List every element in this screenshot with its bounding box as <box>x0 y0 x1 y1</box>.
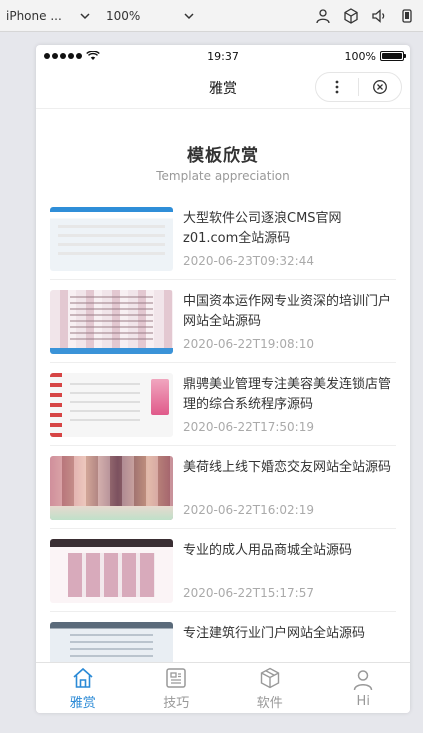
item-title: 专注建筑行业门户网站全站源码 <box>183 626 366 641</box>
tab-jiqiao[interactable]: 技巧 <box>130 663 224 713</box>
zoom-select[interactable]: 100% <box>100 0 200 32</box>
item-info: 鼎骋美业管理专注美容美发连锁店管理的综合系统程序源码 2020-06-22T17… <box>183 373 396 435</box>
user-icon[interactable] <box>315 8 331 24</box>
item-title: 美荷线上线下婚恋交友网站全站源码 <box>183 460 392 475</box>
tab-hi[interactable]: Hi <box>317 663 411 713</box>
more-button[interactable] <box>316 73 358 101</box>
battery-icon <box>380 51 406 61</box>
battery-fill <box>382 53 402 59</box>
box-icon <box>260 667 279 688</box>
list-item[interactable]: 鼎骋美业管理专注美容美发连锁店管理的综合系统程序源码 2020-06-22T17… <box>50 363 396 446</box>
content-scroll[interactable]: 模板欣赏 Template appreciation 大型软件公司逐浪CMS官网… <box>36 109 410 662</box>
tab-yashang[interactable]: 雅赏 <box>36 663 130 713</box>
template-thumbnail <box>50 622 173 662</box>
item-info: 中国资本运作网专业资深的培训门户网站全站源码 2020-06-22T19:08:… <box>183 290 396 352</box>
device-select-label: iPhone ... <box>6 8 62 23</box>
home-icon <box>73 667 93 688</box>
item-title: 专业的成人用品商城全站源码 <box>183 543 353 558</box>
item-info: 大型软件公司逐浪CMS官网z01.com全站源码 2020-06-23T09:3… <box>183 207 396 269</box>
tab-label: 雅赏 <box>69 695 96 711</box>
user-icon <box>354 669 373 690</box>
list-item[interactable]: 专注建筑行业门户网站全站源码 <box>50 612 396 662</box>
devtools-tools <box>315 7 423 24</box>
tab-label: 软件 <box>256 695 283 711</box>
nav-bar: 雅赏 <box>36 67 410 109</box>
template-thumbnail <box>50 207 173 271</box>
list-item[interactable]: 专业的成人用品商城全站源码 2020-06-22T15:17:57 <box>50 529 396 612</box>
item-title: 鼎骋美业管理专注美容美发连锁店管理的综合系统程序源码 <box>183 377 392 412</box>
section-title: 模板欣赏 <box>187 146 259 166</box>
item-title: 中国资本运作网专业资深的培训门户网站全站源码 <box>183 294 392 329</box>
item-date: 2020-06-23T09:32:44 <box>183 254 314 268</box>
close-circle-icon <box>373 80 387 94</box>
miniprogram-capsule <box>315 72 402 102</box>
tab-label: 技巧 <box>163 695 190 711</box>
template-thumbnail <box>50 539 173 603</box>
status-time: 19:37 <box>207 49 239 63</box>
more-dots-icon <box>335 80 339 94</box>
list-item[interactable]: 美荷线上线下婚恋交友网站全站源码 2020-06-22T16:02:19 <box>50 446 396 529</box>
list-item[interactable]: 中国资本运作网专业资深的培训门户网站全站源码 2020-06-22T19:08:… <box>50 280 396 363</box>
item-date: 2020-06-22T19:08:10 <box>183 337 314 351</box>
news-icon <box>166 667 186 688</box>
list-item[interactable]: 大型软件公司逐浪CMS官网z01.com全站源码 2020-06-23T09:3… <box>50 197 396 280</box>
tab-bar: 雅赏 技巧 软件 Hi <box>36 662 410 713</box>
chevron-down-icon <box>80 12 90 19</box>
template-thumbnail <box>50 290 173 354</box>
item-date: 2020-06-22T17:50:19 <box>183 420 314 434</box>
tab-label: Hi <box>356 693 370 709</box>
template-list: 大型软件公司逐浪CMS官网z01.com全站源码 2020-06-23T09:3… <box>36 197 410 662</box>
section-header: 模板欣赏 Template appreciation <box>36 109 410 183</box>
device-rotate-icon[interactable] <box>399 8 415 24</box>
close-button[interactable] <box>359 73 401 101</box>
item-title: 大型软件公司逐浪CMS官网z01.com全站源码 <box>183 211 342 246</box>
item-date: 2020-06-22T15:17:57 <box>183 586 314 600</box>
status-bar: 19:37 100% <box>36 45 410 67</box>
item-info: 专业的成人用品商城全站源码 2020-06-22T15:17:57 <box>183 539 396 601</box>
page-title: 雅赏 <box>209 80 237 97</box>
cube-icon[interactable] <box>343 7 359 24</box>
zoom-select-label: 100% <box>106 8 141 23</box>
device-select[interactable]: iPhone ... <box>0 0 96 32</box>
devtools-toolbar: iPhone ... 100% <box>0 0 423 32</box>
template-thumbnail <box>50 456 173 520</box>
speaker-icon[interactable] <box>371 8 387 24</box>
template-thumbnail <box>50 373 173 437</box>
section-subtitle: Template appreciation <box>156 169 290 183</box>
item-info: 专注建筑行业门户网站全站源码 <box>183 622 396 662</box>
tab-ruanjian[interactable]: 软件 <box>223 663 317 713</box>
item-date: 2020-06-22T16:02:19 <box>183 503 314 517</box>
item-info: 美荷线上线下婚恋交友网站全站源码 2020-06-22T16:02:19 <box>183 456 396 518</box>
chevron-down-icon <box>184 12 194 19</box>
phone-screen: 19:37 100% 雅赏 模板欣赏 Template appreciation <box>36 45 410 713</box>
